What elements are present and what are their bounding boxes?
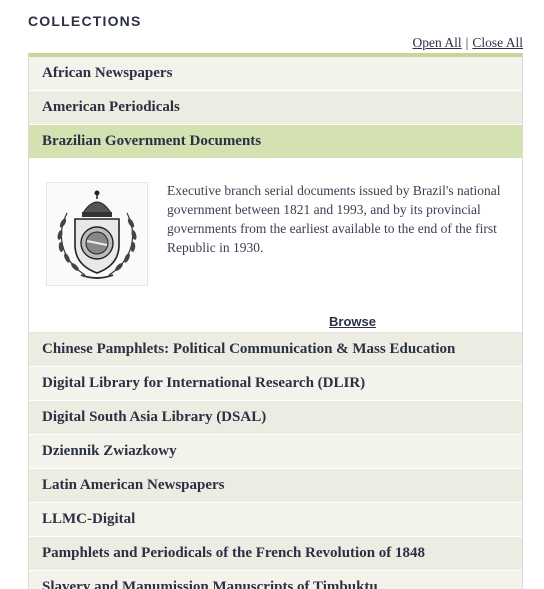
coat-of-arms-image: [46, 182, 148, 286]
collection-row-dziennik-zwiazkowy[interactable]: Dziennik Zwiazkowy: [29, 435, 522, 469]
section-heading: COLLECTIONS: [28, 13, 142, 29]
collection-label: Slavery and Manumission Manuscripts of T…: [42, 579, 378, 589]
collection-label: Dziennik Zwiazkowy: [42, 443, 177, 459]
collection-label: Pamphlets and Periodicals of the French …: [42, 545, 426, 561]
collection-label: African Newspapers: [42, 65, 173, 81]
collection-label: Digital South Asia Library (DSAL): [42, 409, 267, 425]
collection-description: Executive branch serial documents issued…: [167, 183, 501, 255]
collection-row-american-periodicals[interactable]: American Periodicals: [29, 91, 522, 125]
collection-label: Chinese Pamphlets: Political Communicati…: [42, 341, 456, 357]
collection-row-dlir[interactable]: Digital Library for International Resear…: [29, 367, 522, 401]
toggle-separator: |: [465, 35, 469, 50]
close-all-link[interactable]: Close All: [472, 35, 523, 50]
collection-row-timbuktu-manuscripts[interactable]: Slavery and Manumission Manuscripts of T…: [29, 571, 522, 589]
collection-row-african-newspapers[interactable]: African Newspapers: [29, 57, 522, 91]
collection-label: LLMC-Digital: [42, 511, 136, 527]
collections-accordion: African Newspapers American Periodicals …: [28, 53, 523, 589]
expand-collapse-controls: Open All | Close All: [413, 35, 523, 51]
collection-label: Digital Library for International Resear…: [42, 375, 366, 391]
collection-label: Latin American Newspapers: [42, 477, 225, 493]
browse-link[interactable]: Browse: [329, 314, 376, 329]
collection-row-dsal[interactable]: Digital South Asia Library (DSAL): [29, 401, 522, 435]
collection-label: Brazilian Government Documents: [42, 133, 262, 149]
coat-of-arms-icon: [57, 190, 137, 279]
collection-row-llmc-digital[interactable]: LLMC-Digital: [29, 503, 522, 537]
collection-row-latin-american-newspapers[interactable]: Latin American Newspapers: [29, 469, 522, 503]
collection-label: American Periodicals: [42, 99, 180, 115]
collection-detail-panel: Executive branch serial documents issued…: [29, 159, 522, 333]
collection-row-chinese-pamphlets[interactable]: Chinese Pamphlets: Political Communicati…: [29, 333, 522, 367]
open-all-link[interactable]: Open All: [413, 35, 462, 50]
collection-row-brazilian-government-documents[interactable]: Brazilian Government Documents: [29, 125, 522, 159]
collection-row-french-revolution-1848[interactable]: Pamphlets and Periodicals of the French …: [29, 537, 522, 571]
